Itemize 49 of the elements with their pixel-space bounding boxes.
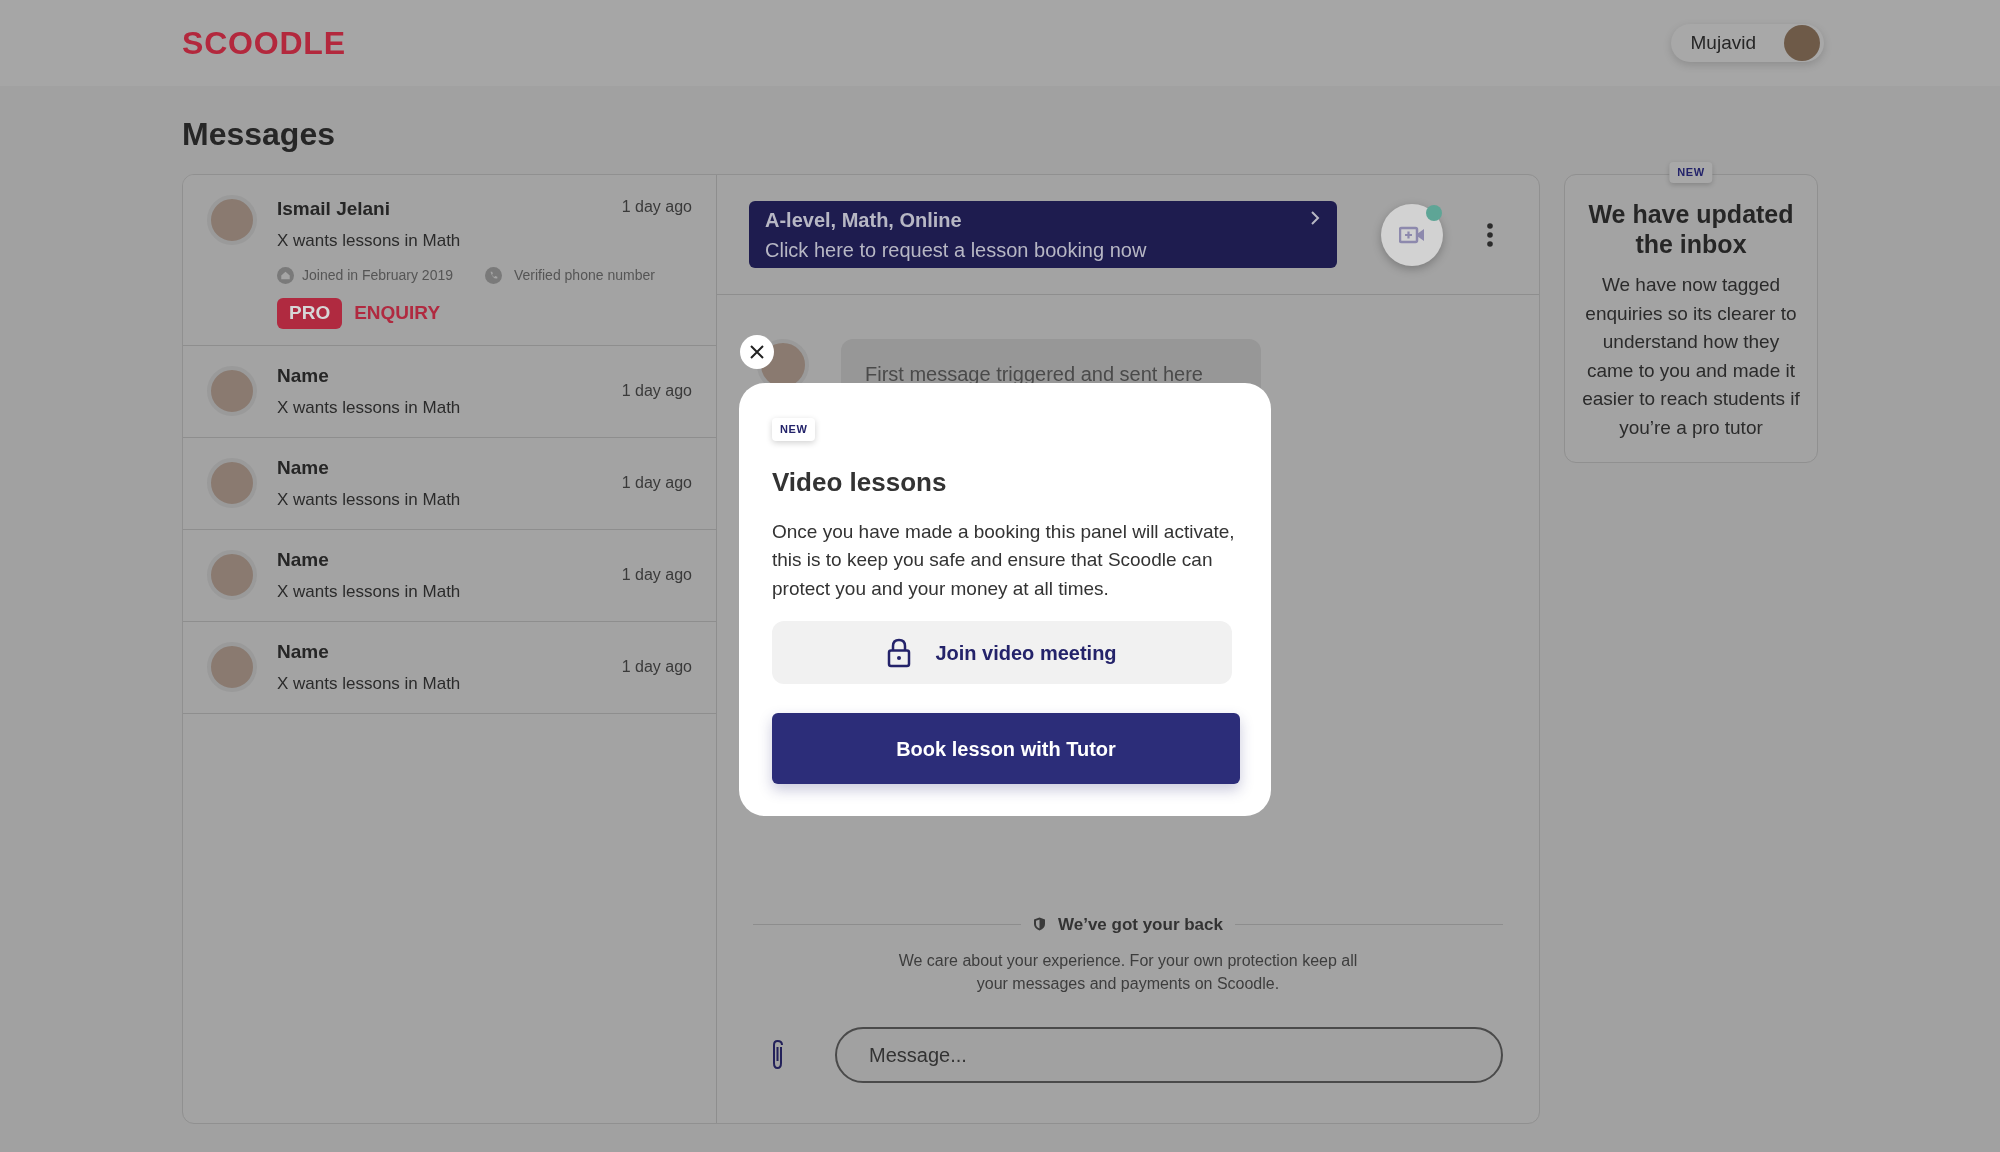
conversation-subtitle: X wants lessons in Math [277,488,461,511]
timestamp: 1 day ago [621,565,692,585]
avatar [207,195,257,245]
message-input[interactable]: Message... [835,1027,1503,1083]
conversation-subtitle: X wants lessons in Math [277,396,461,419]
conversation-subtitle: X wants lessons in Math [277,580,461,603]
user-menu[interactable]: Mujavid [1670,24,1824,62]
timestamp: 1 day ago [621,473,692,493]
joined-date: Joined in February 2019 [302,266,453,285]
shield-icon [1032,917,1046,932]
announcement-text: We have now tagged enquiries so its clearer to understand how they came to you and made it easier to reach students if you’re a pro tutor [1581,273,1801,440]
home-icon [277,267,294,284]
avatar [207,642,257,692]
contact-name: Name [277,548,330,572]
modal-description: Once you have made a booking this panel will activate, this is to keep you safe and ensure that Scoodle can protect you and your money at all times. [772,519,1236,601]
conversation-subtitle: X wants lessons in Math [277,672,461,695]
enquiry-tag: ENQUIRY [354,299,441,328]
new-badge: NEW [1669,162,1713,183]
page-title: Messages [182,115,336,154]
close-button[interactable] [740,335,774,369]
announcement-title: We have updated the inbox [1587,199,1795,259]
more-options-icon[interactable] [1487,222,1493,247]
verified-phone: Verified phone number [514,266,655,285]
contact-name: Ismail Jelani [277,197,391,221]
contact-name: Name [277,640,330,664]
avatar [207,458,257,508]
safety-notice: We care about your experience. For your own protection keep all your messages and payments on Scoodle. [897,951,1359,994]
timestamp: 1 day ago [621,197,692,217]
lock-icon [887,637,912,668]
chevron-right-icon [1309,209,1321,227]
contact-name: Name [277,364,330,388]
close-icon [749,344,765,360]
pro-badge: PRO [277,298,343,329]
user-avatar [1784,25,1820,61]
conversation-item[interactable]: Ismail Jelani X wants lessons in Math 1 day ago Joined in February 2019 Verified phone number PRO ENQUIRY [183,175,716,346]
conversation-subtitle: X wants lessons in Math [277,229,461,252]
new-badge: NEW [772,418,816,441]
book-lesson-button[interactable]: Book lesson with Tutor [772,713,1240,784]
avatar [207,366,257,416]
modal-title: Video lessons [772,465,948,499]
safety-title: We’ve got your back [1057,913,1223,936]
phone-icon [485,267,502,284]
booking-banner[interactable]: A-level, Math, Online Click here to request a lesson booking now [749,201,1337,268]
video-camera-icon [1399,225,1425,244]
avatar [207,550,257,600]
timestamp: 1 day ago [621,657,692,677]
contact-name: Name [277,456,330,480]
join-video-meeting-button[interactable]: Join video meeting [772,621,1232,684]
timestamp: 1 day ago [621,381,692,401]
